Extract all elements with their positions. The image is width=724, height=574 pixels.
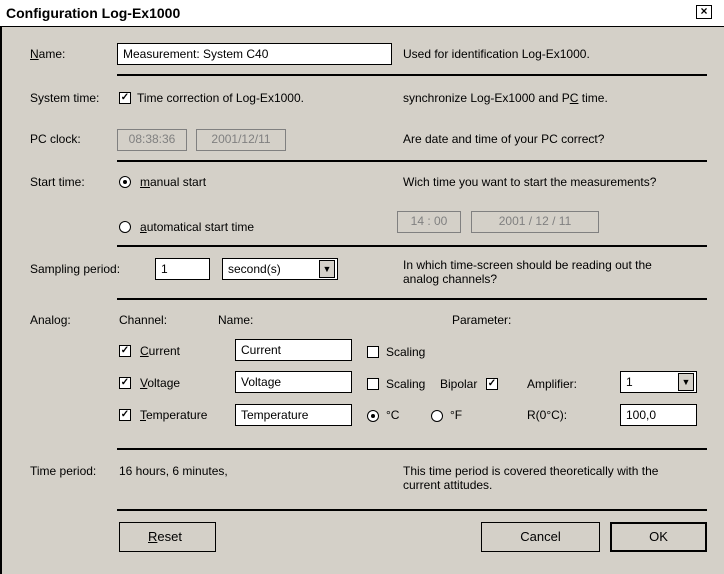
- celsius-radio[interactable]: [367, 410, 379, 422]
- fahrenheit-radio[interactable]: [431, 410, 443, 422]
- time-period-hint-2: current attitudes.: [403, 478, 493, 492]
- amplifier-label: Amplifier:: [527, 377, 578, 391]
- fahrenheit-label: °F: [450, 408, 463, 422]
- current-scaling-checkbox[interactable]: [367, 346, 379, 358]
- pc-time-field: 08:38:36: [117, 129, 187, 151]
- voltage-name-input[interactable]: Voltage: [235, 371, 352, 393]
- close-button[interactable]: ×: [696, 5, 712, 19]
- voltage-channel-checkbox[interactable]: ✓: [119, 377, 131, 389]
- r0-label: R(0°C):: [527, 408, 568, 422]
- bipolar-checkbox[interactable]: ✓: [486, 378, 498, 390]
- time-correction-checkbox[interactable]: ✓: [119, 92, 131, 104]
- voltage-channel-label: Voltage: [140, 376, 181, 390]
- ok-button[interactable]: OK: [610, 522, 707, 552]
- temperature-channel-checkbox[interactable]: ✓: [119, 409, 131, 421]
- manual-start-radio[interactable]: [119, 176, 131, 188]
- auto-start-date-field: 2001 / 12 / 11: [471, 211, 599, 233]
- chevron-down-icon[interactable]: ▼: [678, 373, 694, 391]
- separator: [117, 160, 707, 162]
- amplifier-select[interactable]: 1 ▼: [620, 371, 697, 393]
- sampling-unit-value: second(s): [228, 262, 281, 276]
- sampling-unit-select[interactable]: second(s) ▼: [222, 258, 338, 280]
- sampling-hint-2: analog channels?: [403, 272, 498, 286]
- automatic-start-label: automatical start time: [140, 220, 255, 234]
- current-channel-label: Current: [140, 344, 181, 358]
- time-period-value: 16 hours, 6 minutes,: [119, 464, 228, 478]
- voltage-scaling-checkbox[interactable]: [367, 378, 379, 390]
- temperature-channel-label: Temperature: [140, 408, 208, 422]
- separator: [117, 74, 707, 76]
- pc-date-field: 2001/12/11: [196, 129, 286, 151]
- separator: [117, 448, 707, 450]
- reset-button[interactable]: Reset: [119, 522, 216, 552]
- auto-start-time-field: 14 : 00: [397, 211, 461, 233]
- time-period-hint-1: This time period is covered theoreticall…: [403, 464, 659, 478]
- window-border: [0, 27, 2, 574]
- sampling-hint-1: In which time-screen should be reading o…: [403, 258, 652, 272]
- start-time-label: Start time:: [30, 175, 85, 189]
- name-input[interactable]: Measurement: System C40: [117, 43, 392, 65]
- temperature-name-input[interactable]: Temperature: [235, 404, 352, 426]
- separator: [117, 298, 707, 300]
- sampling-period-label: Sampling period:: [30, 262, 121, 276]
- current-name-input[interactable]: Current: [235, 339, 352, 361]
- separator: [117, 509, 707, 511]
- system-time-label: System time:: [30, 91, 100, 105]
- time-correction-label: Time correction of Log-Ex1000.: [137, 91, 304, 105]
- bipolar-label: Bipolar: [440, 377, 478, 391]
- name-column-header: Name:: [218, 313, 254, 327]
- current-channel-checkbox[interactable]: ✓: [119, 345, 131, 357]
- pc-clock-label: PC clock:: [30, 132, 81, 146]
- chevron-down-icon[interactable]: ▼: [319, 260, 335, 278]
- amplifier-value: 1: [626, 375, 633, 389]
- window-title: Configuration Log-Ex1000: [6, 5, 181, 21]
- sampling-period-input[interactable]: 1: [155, 258, 210, 280]
- parameter-column-header: Parameter:: [452, 313, 512, 327]
- voltage-scaling-label: Scaling: [386, 377, 426, 391]
- automatic-start-radio[interactable]: [119, 221, 131, 233]
- system-time-hint: synchronize Log-Ex1000 and PC time.: [403, 91, 608, 105]
- manual-start-label: manual start: [140, 175, 207, 189]
- title-bar: Configuration Log-Ex1000 ×: [0, 0, 724, 27]
- celsius-label: °C: [386, 408, 400, 422]
- separator: [117, 245, 707, 247]
- name-label: Name:: [30, 47, 66, 61]
- cancel-button[interactable]: Cancel: [481, 522, 600, 552]
- analog-label: Analog:: [30, 313, 71, 327]
- start-time-hint: Wich time you want to start the measurem…: [403, 175, 657, 189]
- r0-input[interactable]: 100,0: [620, 404, 697, 426]
- current-scaling-label: Scaling: [386, 345, 426, 359]
- channel-column-header: Channel:: [119, 313, 168, 327]
- pc-clock-hint: Are date and time of your PC correct?: [403, 132, 605, 146]
- close-icon: ×: [700, 4, 708, 18]
- name-hint: Used for identification Log-Ex1000.: [403, 47, 590, 61]
- time-period-label: Time period:: [30, 464, 97, 478]
